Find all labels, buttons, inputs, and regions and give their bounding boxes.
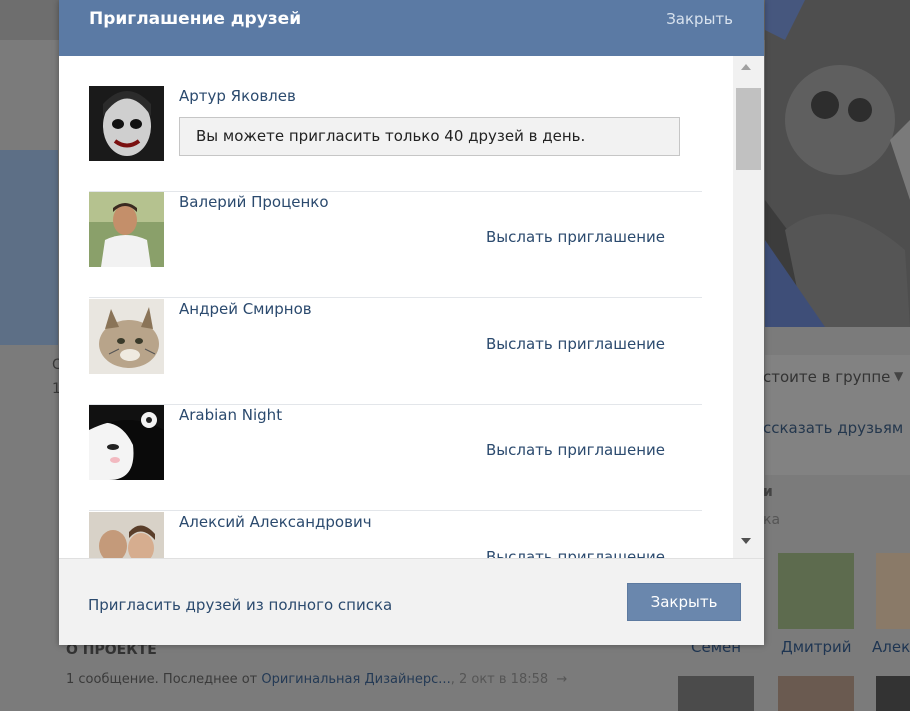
close-button[interactable]: Закрыть bbox=[627, 583, 741, 621]
friend-row: Валерий Проценко Выслать приглашение bbox=[89, 192, 702, 298]
members-subheading: ка bbox=[763, 512, 781, 528]
send-invite-link[interactable]: Выслать приглашение bbox=[486, 335, 665, 353]
friend-avatar[interactable] bbox=[89, 512, 164, 558]
scrollbar-thumb[interactable] bbox=[736, 88, 761, 170]
dialog-title: Приглашение друзей bbox=[89, 9, 302, 29]
member-name: Дмитрий bbox=[781, 638, 852, 656]
last-message-info: 1 сообщение. Последнее от Оригинальная Д… bbox=[66, 672, 567, 687]
friend-row: Arabian Night Выслать приглашение bbox=[89, 405, 702, 511]
friend-row: Андрей Смирнов Выслать приглашение bbox=[89, 299, 702, 405]
member-photo bbox=[778, 676, 854, 711]
friend-row: Алексий Александрович Выслать приглашени… bbox=[89, 512, 702, 558]
friend-name-link[interactable]: Алексий Александрович bbox=[179, 513, 372, 531]
members-heading: и bbox=[763, 484, 773, 500]
friend-row: Артур Яковлев Вы можете пригласить тольк… bbox=[89, 86, 702, 192]
friend-name-link[interactable]: Валерий Проценко bbox=[179, 193, 329, 211]
triangle-down-icon[interactable] bbox=[741, 538, 751, 544]
message-author-link: Оригинальная Дизайнерс... bbox=[261, 672, 451, 687]
member-photo bbox=[876, 553, 910, 629]
member-name: Алек bbox=[872, 638, 910, 656]
message-prefix: 1 сообщение. Последнее от bbox=[66, 672, 258, 687]
triangle-up-icon[interactable] bbox=[741, 64, 751, 70]
send-invite-link[interactable]: Выслать приглашение bbox=[486, 441, 665, 459]
tell-friends-link: ссказать друзьям bbox=[763, 419, 904, 437]
member-photo bbox=[678, 676, 754, 711]
message-time: , 2 окт в 18:58 bbox=[450, 672, 549, 687]
dialog-header: Приглашение друзей Закрыть bbox=[59, 0, 764, 56]
arrow-right-icon: → bbox=[552, 672, 568, 687]
group-cover-photo bbox=[765, 0, 910, 327]
chevron-down-icon: ▼ bbox=[894, 369, 904, 383]
invite-from-full-list-link[interactable]: Пригласить друзей из полного списка bbox=[88, 596, 392, 614]
friends-list[interactable]: Артур Яковлев Вы можете пригласить тольк… bbox=[59, 56, 764, 558]
background-left-card bbox=[0, 150, 58, 345]
member-photo bbox=[876, 676, 910, 711]
group-status-dropdown: стоите в группе bbox=[763, 368, 891, 386]
friend-avatar[interactable] bbox=[89, 192, 164, 267]
invite-limit-notice: Вы можете пригласить только 40 друзей в … bbox=[179, 117, 680, 156]
friend-name-link[interactable]: Arabian Night bbox=[179, 406, 282, 424]
invite-friends-dialog: Приглашение друзей Закрыть Артур Яковлев… bbox=[59, 0, 764, 645]
list-scrollbar[interactable] bbox=[733, 56, 764, 558]
send-invite-link[interactable]: Выслать приглашение bbox=[486, 228, 665, 246]
friend-avatar[interactable] bbox=[89, 405, 164, 480]
friend-name-link[interactable]: Андрей Смирнов bbox=[179, 300, 312, 318]
member-photo bbox=[778, 553, 854, 629]
send-invite-link[interactable]: Выслать приглашение bbox=[486, 548, 665, 558]
header-close-link[interactable]: Закрыть bbox=[666, 10, 733, 28]
dialog-footer: Пригласить друзей из полного списка Закр… bbox=[59, 558, 764, 645]
friend-avatar[interactable] bbox=[89, 299, 164, 374]
friend-name-link[interactable]: Артур Яковлев bbox=[179, 87, 296, 105]
friend-avatar[interactable] bbox=[89, 86, 164, 161]
